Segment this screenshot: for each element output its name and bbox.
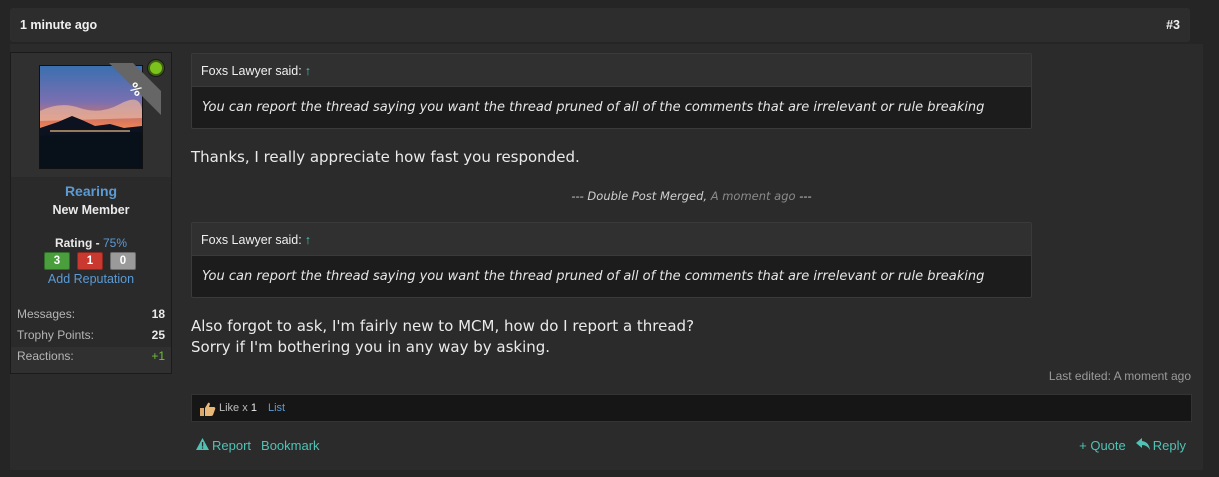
post-timestamp[interactable]: 1 minute ago [20, 18, 97, 32]
bookmark-button[interactable]: Bookmark [261, 438, 320, 453]
rating-percent: 75% [102, 236, 128, 250]
like-count: Like x 1 [219, 402, 257, 414]
jump-to-quote-icon[interactable]: ↑ [305, 233, 311, 247]
message-line: Also forgot to ask, I'm fairly new to MC… [191, 317, 695, 335]
quote-header: Foxs Lawyer said: ↑ [192, 223, 1031, 256]
reply-button[interactable]: Reply [1135, 438, 1186, 453]
online-status-icon [148, 60, 164, 76]
post-actions-left: Report Bookmark [196, 438, 320, 453]
likes-bar: Like x 1 List [191, 394, 1192, 422]
merged-label: --- Double Post Merged, [571, 189, 708, 203]
post-actions-right: + Quote Reply [1079, 438, 1186, 453]
message-text: Thanks, I really appreciate how fast you… [191, 148, 580, 166]
thumbs-up-icon [200, 401, 216, 420]
stat-label: Trophy Points: [17, 328, 94, 342]
double-post-merged-notice: --- Double Post Merged, A moment ago --- [0, 189, 1219, 203]
message-text: Also forgot to ask, I'm fairly new to MC… [191, 316, 694, 358]
merged-time: A moment ago [710, 189, 796, 203]
likes-list-link[interactable]: List [268, 402, 285, 414]
quote-author: Foxs Lawyer said: ↑ [201, 233, 311, 247]
reply-icon [1135, 438, 1150, 450]
stat-value[interactable]: 25 [152, 328, 165, 342]
quote-block: Foxs Lawyer said: ↑ You can report the th… [191, 222, 1032, 298]
user-stats: Messages: 18 Trophy Points: 25 Reactions… [11, 303, 171, 366]
reputation-counters: 3 1 0 [44, 252, 136, 270]
quote-author: Foxs Lawyer said: ↑ [201, 64, 311, 78]
add-reputation-link[interactable]: Add Reputation [11, 272, 171, 286]
stat-value: +1 [151, 349, 165, 363]
user-rating: Rating - 75% [11, 236, 171, 250]
quote-header: Foxs Lawyer said: ↑ [192, 54, 1031, 87]
message-line: Sorry if I'm bothering you in any way by… [191, 338, 551, 356]
jump-to-quote-icon[interactable]: ↑ [305, 64, 311, 78]
quote-button[interactable]: + Quote [1079, 438, 1126, 453]
last-edited-note: Last edited: A moment ago [1048, 369, 1191, 383]
stat-reactions: Reactions: +1 [11, 345, 171, 366]
warning-icon [196, 438, 209, 450]
quote-block: Foxs Lawyer said: ↑ You can report the th… [191, 53, 1032, 129]
quote-text: You can report the thread saying you wan… [202, 269, 985, 284]
rep-negative-badge: 1 [77, 252, 103, 270]
quote-text: You can report the thread saying you wan… [202, 100, 985, 115]
merged-end: --- [799, 189, 812, 203]
rating-label: Rating - [54, 236, 100, 250]
post-header-bar: 1 minute ago #3 [10, 8, 1190, 42]
stat-trophy-points: Trophy Points: 25 [11, 324, 171, 345]
rep-positive-badge: 3 [44, 252, 70, 270]
user-title: New Member [52, 203, 130, 217]
stat-label: Messages: [17, 307, 76, 321]
stat-value[interactable]: 18 [152, 307, 165, 321]
user-sidebar: % Rearing New Member Rating - 75% 3 1 0 … [10, 52, 172, 374]
rep-neutral-badge: 0 [110, 252, 136, 270]
report-button[interactable]: Report [196, 438, 251, 453]
stat-label: Reactions: [17, 349, 74, 363]
stat-messages: Messages: 18 [11, 303, 171, 324]
post-number-link[interactable]: #3 [1166, 18, 1180, 32]
